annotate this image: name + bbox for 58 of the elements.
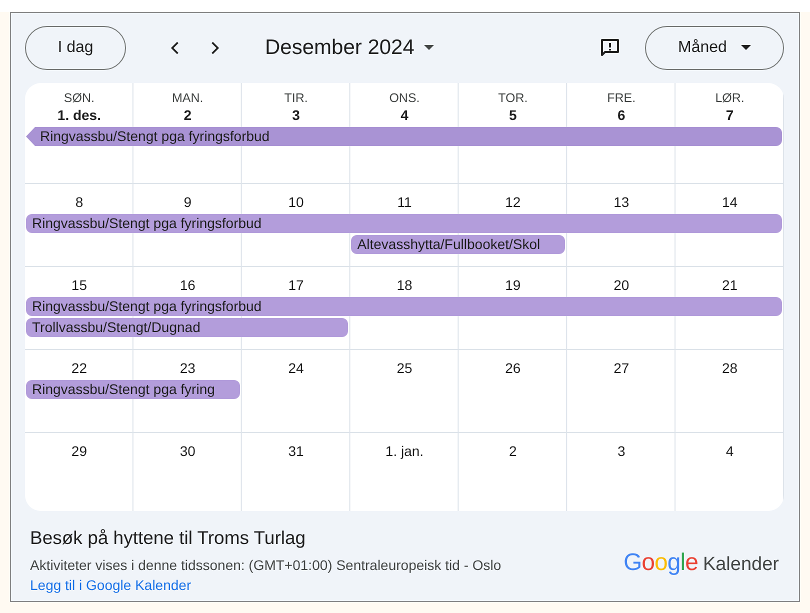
day-number[interactable]: 4: [400, 107, 408, 123]
day-number[interactable]: 4: [726, 443, 734, 459]
weekday-label: SØN.: [64, 91, 94, 105]
day-number[interactable]: 21: [722, 277, 738, 293]
caret-icon: [740, 45, 751, 51]
event-bar[interactable]: Ringvassbu/Stengt pga fyringsforbud: [26, 214, 782, 233]
day-number[interactable]: 19: [505, 277, 521, 293]
google-logo[interactable]: Google: [623, 549, 698, 577]
calendar-title: Besøk på hyttene til Troms Turlag: [30, 527, 307, 549]
event-bar[interactable]: Ringvassbu/Stengt pga fyringsforbud: [26, 297, 782, 316]
weekday-label: LØR.: [715, 91, 744, 105]
event-bar[interactable]: Ringvassbu/Stengt pga fyringsforbud: [26, 127, 782, 146]
day-number[interactable]: 31: [288, 443, 304, 459]
day-number[interactable]: 26: [505, 360, 521, 376]
weekday-label: TOR.: [498, 91, 528, 105]
day-number[interactable]: 11: [397, 194, 412, 210]
day-number[interactable]: 24: [288, 360, 304, 376]
day-number[interactable]: 28: [722, 360, 738, 376]
weekday-label: TIR.: [284, 91, 308, 105]
day-number[interactable]: 2: [184, 107, 192, 123]
caret-icon: [424, 45, 434, 51]
logo-label[interactable]: Kalender: [702, 554, 779, 576]
view-dropdown[interactable]: Måned: [645, 26, 784, 70]
today-button[interactable]: I dag: [25, 26, 126, 70]
day-number[interactable]: 23: [180, 360, 196, 376]
add-calendar-link[interactable]: Legg til i Google Kalender: [30, 577, 192, 593]
day-number[interactable]: 30: [180, 443, 196, 459]
day-number[interactable]: 9: [184, 194, 192, 210]
day-number[interactable]: 12: [505, 194, 521, 210]
day-number[interactable]: 8: [75, 194, 84, 210]
month-dropdown[interactable]: Desember 2024: [265, 36, 434, 60]
day-number[interactable]: 18: [396, 277, 412, 293]
day-number[interactable]: 16: [180, 277, 196, 293]
event-bar[interactable]: Trollvassbu/Stengt/Dugnad: [26, 318, 348, 337]
day-number[interactable]: 7: [726, 107, 734, 123]
day-number[interactable]: 3: [292, 107, 300, 123]
day-number[interactable]: 27: [614, 360, 630, 376]
day-number[interactable]: 2: [509, 443, 517, 459]
weekday-label: MAN.: [172, 91, 204, 105]
day-number[interactable]: 1. des.: [57, 107, 101, 123]
day-number[interactable]: 25: [396, 360, 412, 376]
weekday-label: ONS.: [389, 91, 420, 105]
weekday-label: FRE.: [607, 91, 636, 105]
day-number[interactable]: 20: [614, 277, 630, 293]
day-number[interactable]: 22: [71, 360, 87, 376]
day-number[interactable]: 5: [509, 107, 517, 123]
day-number[interactable]: 13: [614, 194, 630, 210]
day-number[interactable]: 29: [71, 443, 87, 459]
day-number[interactable]: 6: [617, 107, 626, 123]
day-number[interactable]: 15: [71, 277, 87, 293]
timezone-note: Aktiviteter vises i denne tidssonen: (GMT+01:00) Sentraleuropeisk tid - Oslo: [30, 557, 502, 573]
event-bar[interactable]: Altevasshytta/Fullbooket/Skol: [351, 235, 566, 254]
day-number[interactable]: 10: [288, 194, 304, 210]
day-number[interactable]: 14: [722, 194, 738, 210]
day-number[interactable]: 17: [288, 277, 304, 293]
day-number[interactable]: 1. jan.: [385, 443, 424, 459]
event-bar[interactable]: Ringvassbu/Stengt pga fyring: [26, 380, 240, 399]
day-number[interactable]: 3: [617, 443, 626, 459]
